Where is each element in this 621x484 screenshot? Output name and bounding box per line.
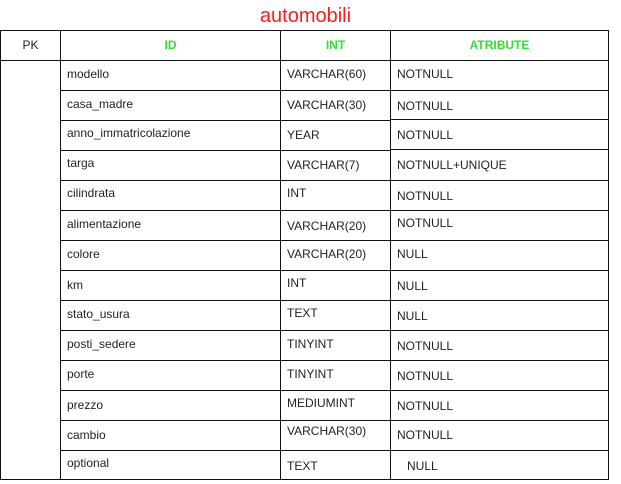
row-divider (391, 330, 608, 331)
entity-table: PK ID INT ATRIBUTE modello VARCHAR(60) NOT… (0, 30, 609, 480)
field-type: TEXT (287, 459, 318, 473)
field-type: TINYINT (287, 337, 334, 351)
row-divider (281, 90, 391, 91)
field-type: MEDIUMINT (287, 396, 355, 410)
row-divider (281, 420, 391, 421)
row-divider (61, 420, 281, 421)
header-id: ID (61, 31, 281, 61)
field-type: YEAR (287, 128, 320, 142)
field-name: posti_sedere (67, 337, 136, 351)
field-name: cambio (67, 428, 106, 442)
field-attribute: NULL (407, 459, 438, 473)
header-attribute: ATRIBUTE (391, 31, 608, 61)
row-divider (391, 450, 608, 451)
row-divider (61, 210, 281, 211)
row-divider (61, 180, 281, 181)
row-divider (281, 300, 391, 301)
row-divider (391, 360, 608, 361)
field-attribute: NULL (397, 309, 428, 323)
field-attribute: NOTNULL (397, 189, 454, 203)
row-divider (281, 120, 391, 121)
row-divider (391, 149, 608, 150)
field-name: modello (67, 67, 110, 81)
row-divider (391, 119, 608, 120)
row-divider (281, 270, 391, 271)
row-divider (281, 180, 391, 181)
header-pk: PK (1, 31, 61, 61)
row-divider (61, 90, 281, 91)
field-name: optional (67, 456, 110, 470)
field-name: km (67, 278, 83, 292)
field-name: prezzo (67, 398, 104, 412)
field-attribute: NULL (397, 247, 428, 261)
field-type: VARCHAR(20) (287, 219, 367, 233)
field-type: VARCHAR(60) (287, 67, 367, 81)
field-type: VARCHAR(30) (287, 424, 367, 438)
row-divider (61, 450, 281, 451)
row-divider (391, 300, 608, 301)
field-name: colore (67, 247, 100, 261)
row-divider (391, 240, 608, 241)
row-divider (391, 210, 608, 211)
field-attribute: NOTNULL (397, 339, 454, 353)
field-attribute: NOTNULL (397, 399, 454, 413)
field-type: INT (287, 186, 307, 200)
row-divider (281, 360, 391, 361)
field-attribute: NOTNULL (397, 369, 454, 383)
row-divider (391, 270, 608, 271)
row-divider (281, 150, 391, 151)
field-name: targa (67, 156, 95, 170)
field-attribute: NOTNULL (397, 428, 454, 442)
field-name: anno_immatricolazione (67, 126, 191, 140)
row-divider (281, 450, 391, 451)
field-name: porte (67, 367, 95, 381)
pk-column (1, 61, 61, 479)
field-type: VARCHAR(20) (287, 247, 367, 261)
field-name: cilindrata (67, 186, 116, 200)
field-attribute: NOTNULL (397, 128, 454, 142)
field-type: TINYINT (287, 367, 334, 381)
row-divider (61, 240, 281, 241)
row-divider (281, 210, 391, 211)
row-divider (61, 300, 281, 301)
table-title: automobili (259, 5, 352, 27)
field-attribute: NOTNULL (397, 216, 454, 230)
field-type: VARCHAR(7) (287, 158, 360, 172)
row-divider (281, 330, 391, 331)
row-divider (61, 360, 281, 361)
field-attribute: NULL (397, 279, 428, 293)
row-divider (61, 330, 281, 331)
row-divider (391, 390, 608, 391)
row-divider (281, 390, 391, 391)
header-int: INT (281, 31, 391, 61)
field-name: stato_usura (67, 307, 130, 321)
field-type: TEXT (287, 306, 318, 320)
field-name: casa_madre (67, 97, 134, 111)
column-divider (390, 61, 391, 479)
row-divider (61, 150, 281, 151)
field-type: INT (287, 276, 307, 290)
row-divider (391, 90, 608, 91)
row-divider (61, 270, 281, 271)
field-type: VARCHAR(30) (287, 98, 367, 112)
field-attribute: NOTNULL (397, 67, 454, 81)
column-divider (280, 61, 281, 479)
row-divider (61, 390, 281, 391)
row-divider (281, 240, 391, 241)
row-divider (391, 180, 608, 181)
row-divider (61, 120, 281, 121)
field-attribute: NOTNULL+UNIQUE (397, 158, 507, 172)
field-name: alimentazione (67, 217, 142, 231)
row-divider (391, 420, 608, 421)
field-attribute: NOTNULL (397, 99, 454, 113)
